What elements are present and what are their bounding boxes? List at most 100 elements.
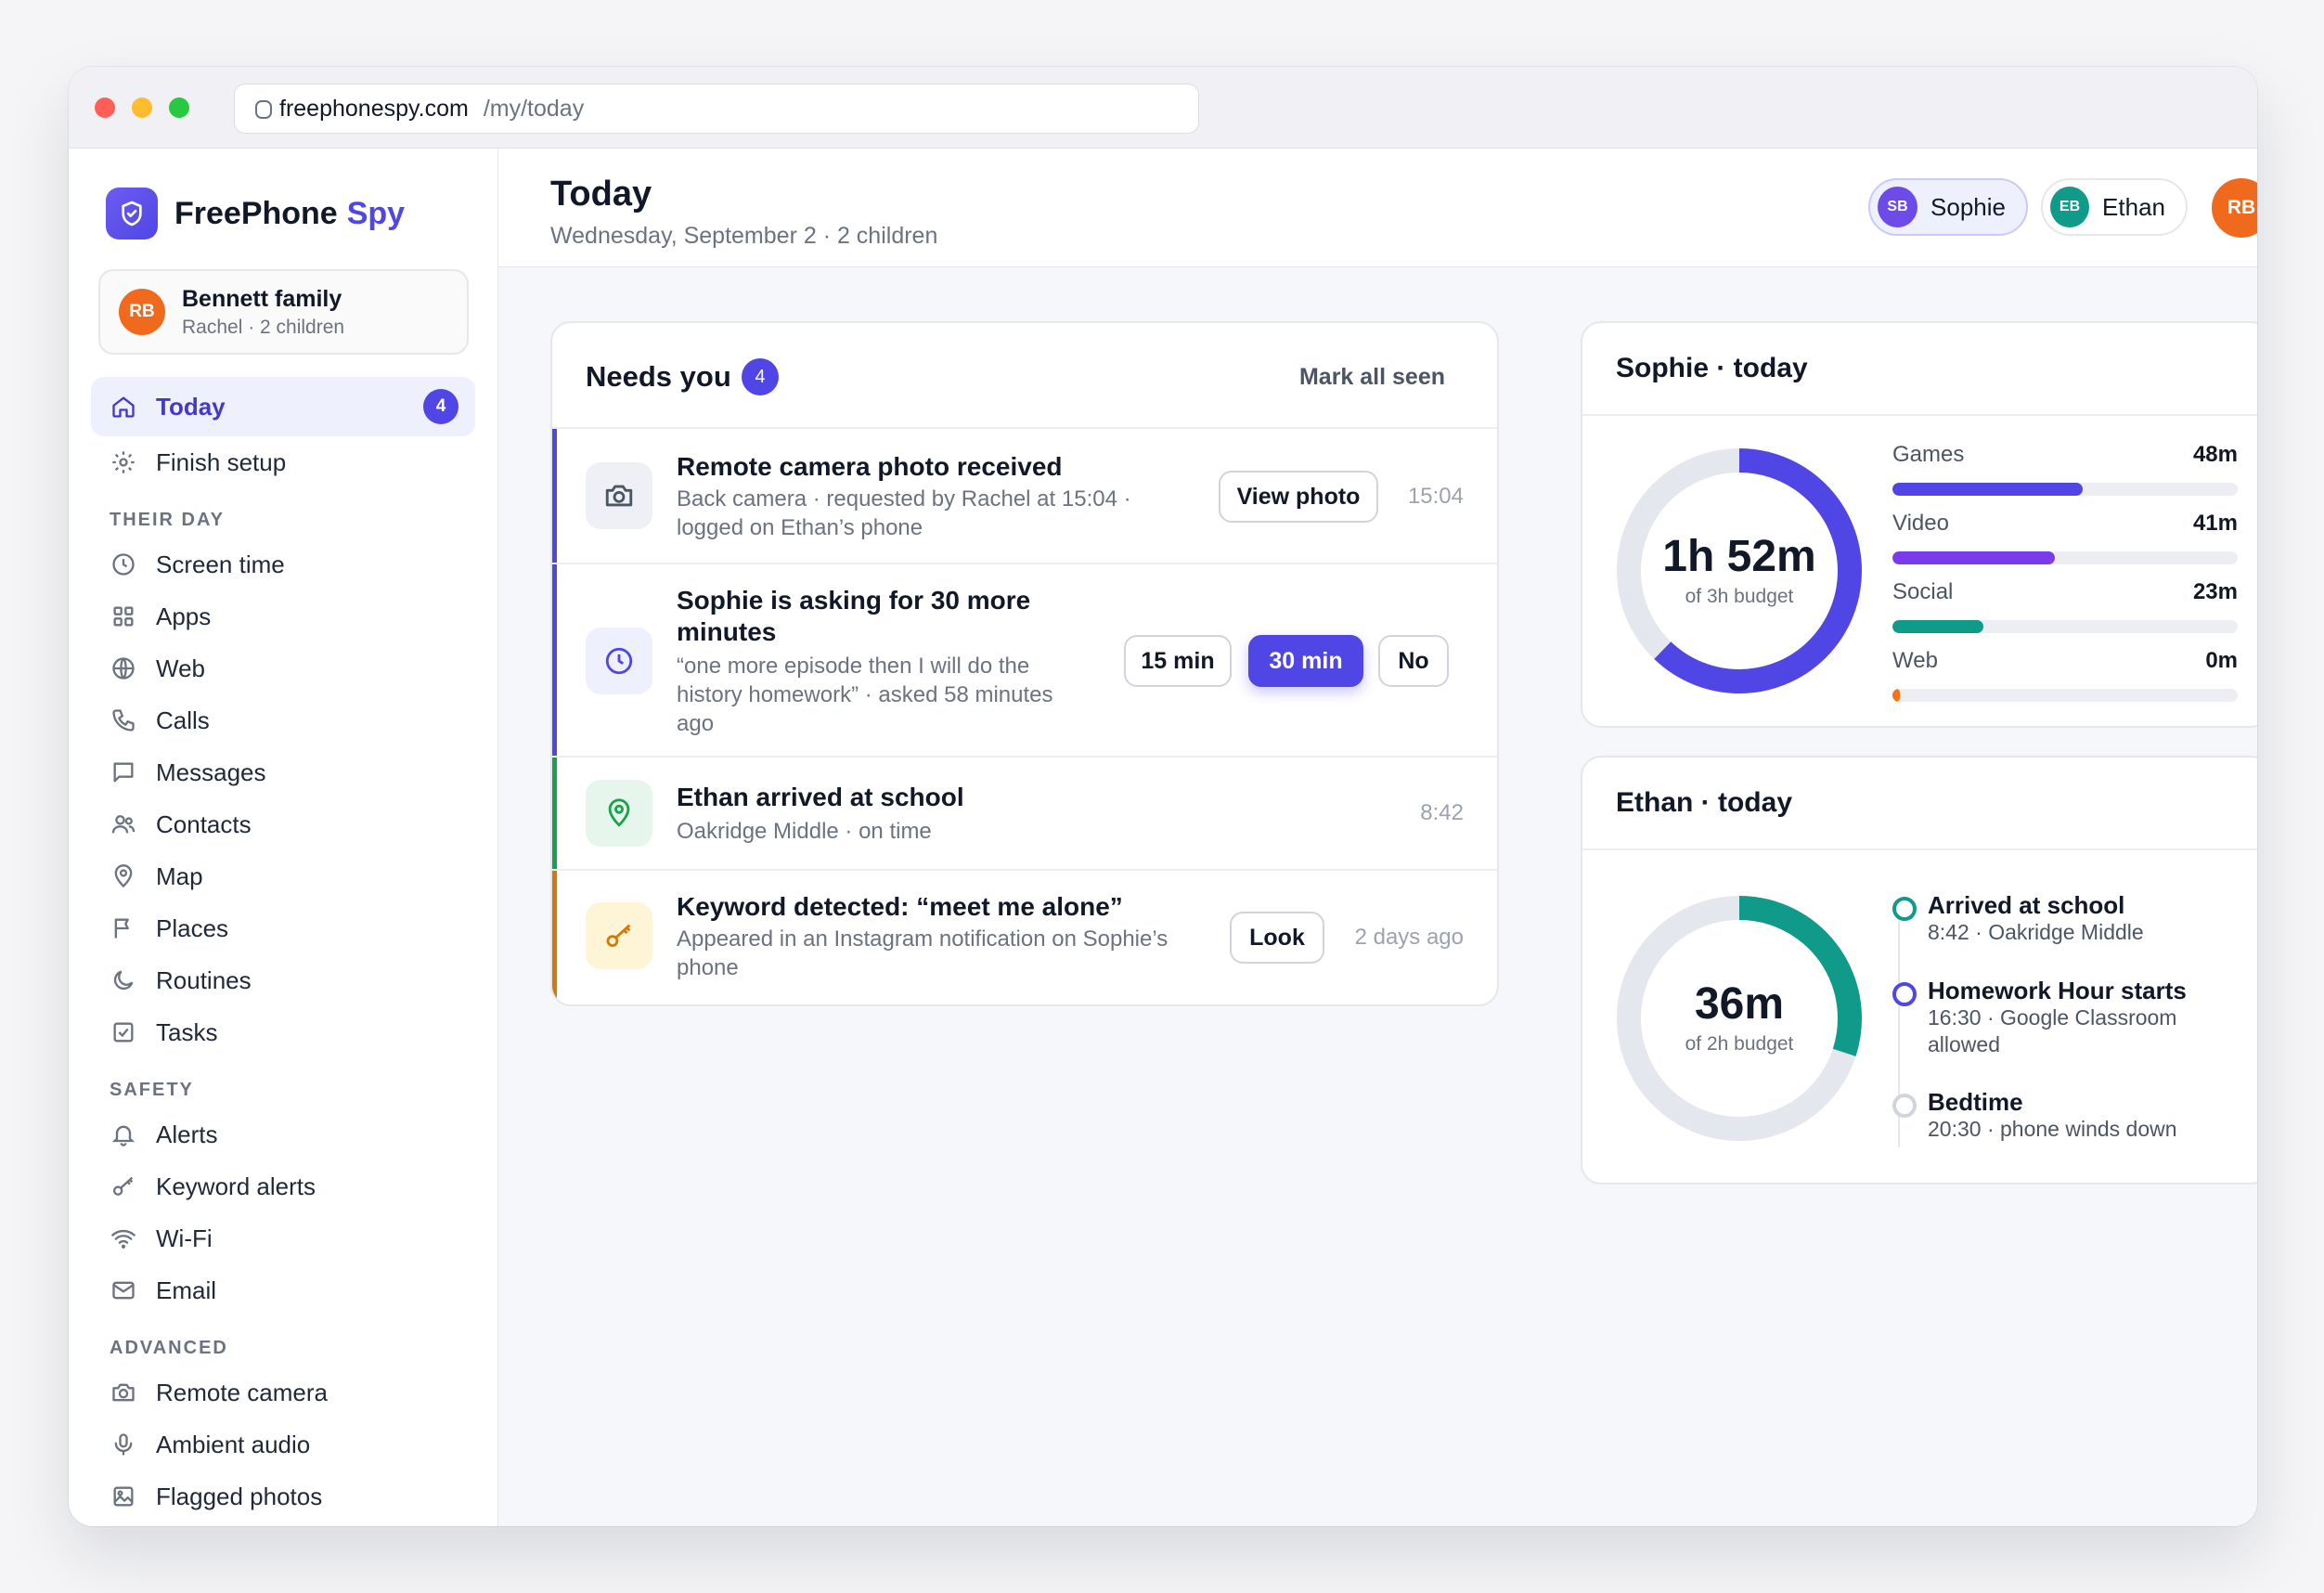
- row-accent-bar: [552, 758, 557, 869]
- sidebar-item-screen-time[interactable]: Screen time: [91, 538, 475, 590]
- look-button[interactable]: Look: [1230, 912, 1324, 964]
- image-icon: [110, 1483, 137, 1510]
- flag-icon: [110, 914, 137, 942]
- sidebar: FreePhone Spy RB Bennett family Rachel ·…: [69, 149, 498, 1526]
- row-title: Ethan arrived at school: [677, 783, 964, 811]
- sidebar-item-label: Ambient audio: [156, 1430, 311, 1458]
- grant-15-min-button[interactable]: 15 min: [1124, 635, 1232, 687]
- child-avatar: EB: [2050, 187, 2090, 227]
- sidebar-item-web[interactable]: Web: [91, 642, 475, 694]
- brand[interactable]: FreePhone Spy: [106, 188, 405, 240]
- key-icon: [586, 902, 652, 969]
- sidebar-item-label: Tasks: [156, 1017, 218, 1046]
- child-avatar: SB: [1878, 187, 1918, 227]
- divider: [1582, 414, 2257, 416]
- section-heading-safety: SAFETY: [110, 1080, 194, 1100]
- sidebar-item-email[interactable]: Email: [91, 1264, 475, 1316]
- sidebar-item-places[interactable]: Places: [91, 902, 475, 954]
- list-item: Sophie is asking for 30 more minutes “on…: [552, 564, 1497, 758]
- category-web: Web 0m: [1892, 648, 2238, 702]
- clock-icon: [110, 550, 137, 578]
- sidebar-item-label: Keyword alerts: [156, 1172, 316, 1200]
- sidebar-item-routines[interactable]: Routines: [91, 954, 475, 1006]
- sidebar-item-messages[interactable]: Messages: [91, 746, 475, 798]
- sidebar-item-today[interactable]: Today 4: [91, 377, 475, 436]
- ethan-today-card: Ethan · today 36m of 2h budget Arrived a…: [1581, 756, 2257, 1185]
- category-label: Web: [1892, 648, 1938, 673]
- sidebar-item-ambient-audio[interactable]: Ambient audio: [91, 1418, 475, 1470]
- category-track: [1892, 551, 2238, 564]
- family-avatar: RB: [119, 289, 165, 335]
- sidebar-item-label: Today: [156, 392, 226, 421]
- child-filter-ethan[interactable]: EB Ethan: [2041, 178, 2188, 236]
- microphone-icon: [110, 1431, 137, 1458]
- sidebar-item-label: Apps: [156, 602, 212, 630]
- maximize-window-button[interactable]: [169, 97, 189, 118]
- donut-label: 1h 52m of 3h budget: [1614, 531, 1865, 608]
- list-item: Keyword detected: “meet me alone” Appear…: [552, 871, 1497, 1004]
- row-title: Remote camera photo received: [677, 452, 1063, 481]
- sidebar-nav: Today 4 Finish setup THEIR DAY Screen ti…: [91, 377, 475, 1522]
- main-content: Today Wednesday, September 2 · 2 childre…: [498, 149, 2257, 1526]
- needs-you-header: Needs you 4 Mark all seen: [552, 323, 1497, 429]
- camera-icon: [110, 1379, 137, 1406]
- sidebar-item-tasks[interactable]: Tasks: [91, 1006, 475, 1058]
- row-subtitle: history homework” · asked 58 minutes: [677, 682, 1053, 707]
- sidebar-item-wifi[interactable]: Wi-Fi: [91, 1212, 475, 1264]
- sidebar-item-label: Contacts: [156, 809, 252, 838]
- row-accent-bar: [552, 429, 557, 563]
- child-filter-sophie[interactable]: SB Sophie: [1868, 178, 2028, 236]
- family-switcher[interactable]: RB Bennett family Rachel · 2 children: [98, 269, 469, 355]
- category-value: 23m: [2192, 579, 2238, 604]
- donut-label: 36m of 2h budget: [1614, 978, 1865, 1056]
- timeline-item: Bedtime 20:30 · phone winds down: [1892, 1088, 2245, 1143]
- family-title: Bennett family: [182, 285, 342, 312]
- timeline-dot: [1892, 982, 1917, 1006]
- sidebar-item-flagged-photos[interactable]: Flagged photos: [91, 1470, 475, 1522]
- divider: [1582, 848, 2257, 850]
- sidebar-item-label: Email: [156, 1276, 217, 1304]
- grant-30-min-button[interactable]: 30 min: [1248, 635, 1363, 687]
- child-name: Ethan: [2102, 192, 2165, 221]
- row-subtitle: “one more episode then I will do the: [677, 654, 1030, 679]
- sidebar-item-calls[interactable]: Calls: [91, 694, 475, 746]
- sidebar-item-label: Wi-Fi: [156, 1224, 213, 1252]
- timeline-dot: [1892, 1094, 1917, 1118]
- sidebar-item-keyword-alerts[interactable]: Keyword alerts: [91, 1160, 475, 1212]
- address-bar[interactable]: freephonespy.com /my/today: [234, 84, 1199, 134]
- sophie-today-card: Sophie · today 1h 52m of 3h budget Games…: [1581, 321, 2257, 728]
- child-name: Sophie: [1930, 192, 2006, 221]
- sidebar-item-contacts[interactable]: Contacts: [91, 798, 475, 850]
- category-label: Video: [1892, 511, 1949, 536]
- sidebar-item-label: Remote camera: [156, 1378, 328, 1406]
- grid-icon: [110, 602, 137, 630]
- sidebar-item-alerts[interactable]: Alerts: [91, 1108, 475, 1160]
- close-window-button[interactable]: [95, 97, 115, 118]
- sidebar-item-finish-setup[interactable]: Finish setup: [91, 436, 475, 488]
- sidebar-item-apps[interactable]: Apps: [91, 590, 475, 642]
- user-avatar[interactable]: RB: [2212, 178, 2257, 238]
- mark-all-seen-button[interactable]: Mark all seen: [1299, 364, 1445, 391]
- clock-icon: [586, 628, 652, 694]
- deny-request-button[interactable]: No: [1378, 635, 1449, 687]
- category-video: Video 41m: [1892, 511, 2238, 564]
- home-icon: [110, 393, 137, 421]
- category-fill: [1892, 620, 1984, 633]
- row-subtitle: phone: [677, 955, 739, 980]
- sidebar-item-remote-camera[interactable]: Remote camera: [91, 1366, 475, 1418]
- url-path: /my/today: [483, 95, 585, 122]
- row-subtitle: Back camera · requested by Rachel at 15:…: [677, 486, 1131, 512]
- list-item: Remote camera photo received Back camera…: [552, 429, 1497, 564]
- row-title: Keyword detected: “meet me alone”: [677, 892, 1123, 921]
- sidebar-item-label: Routines: [156, 965, 252, 994]
- sidebar-item-label: Calls: [156, 706, 210, 734]
- minimize-window-button[interactable]: [132, 97, 152, 118]
- page-header: Today Wednesday, September 2 · 2 childre…: [498, 149, 2257, 267]
- timeline-title: Bedtime: [1928, 1088, 2023, 1116]
- phone-icon: [110, 706, 137, 734]
- view-photo-button[interactable]: View photo: [1219, 471, 1378, 523]
- category-fill: [1892, 551, 2055, 564]
- sidebar-item-map[interactable]: Map: [91, 850, 475, 902]
- sidebar-item-label: Finish setup: [156, 447, 287, 476]
- section-heading-advanced: ADVANCED: [110, 1338, 228, 1358]
